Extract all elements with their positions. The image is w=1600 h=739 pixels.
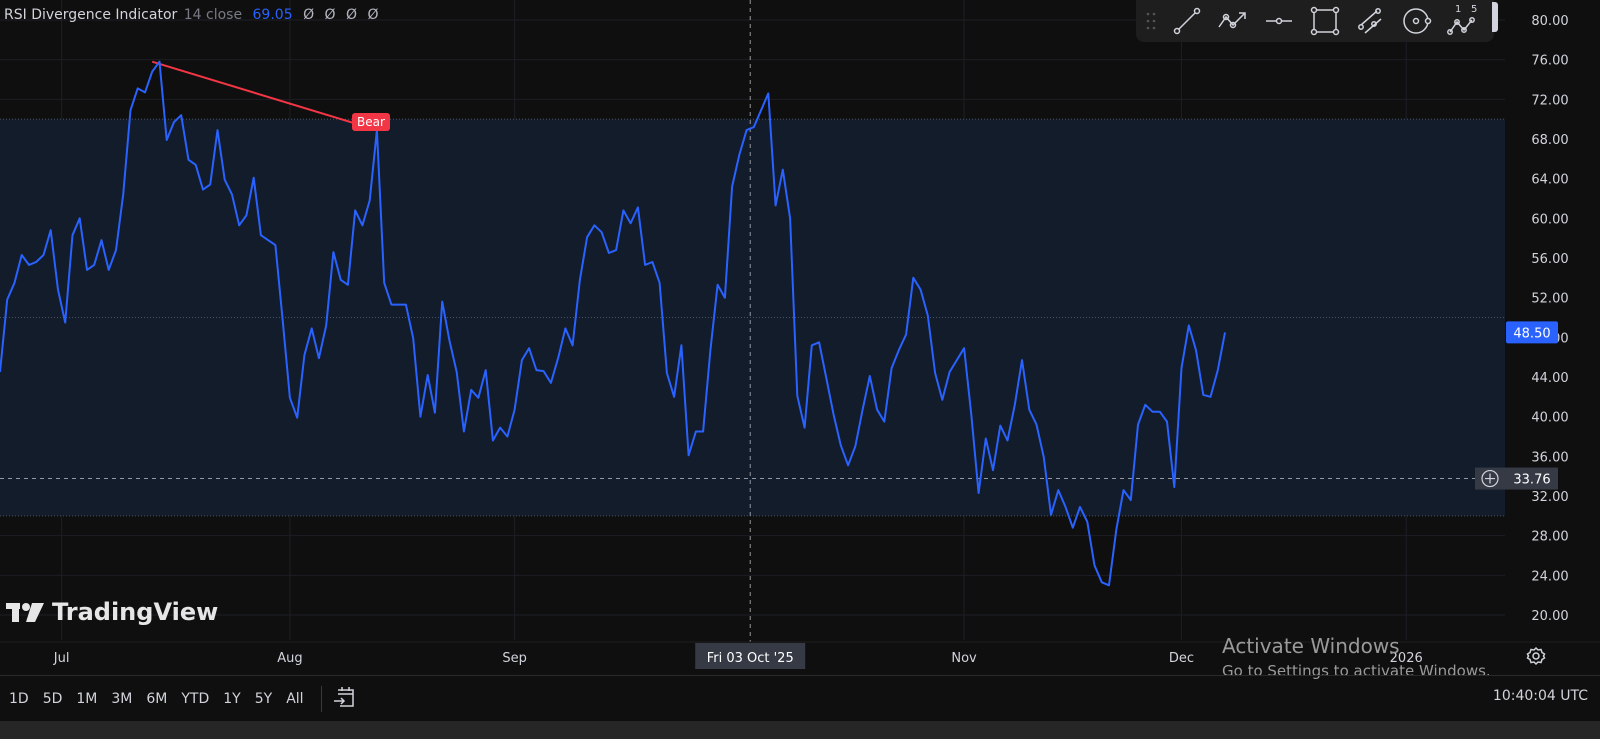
y-tick-label: 76.00 xyxy=(1531,54,1568,69)
y-tick-label: 68.00 xyxy=(1531,133,1568,148)
settings-gear-icon[interactable] xyxy=(1526,646,1546,670)
y-tick-label: 20.00 xyxy=(1531,609,1568,624)
y-tick-label: 72.00 xyxy=(1531,93,1568,108)
range-6m[interactable]: 6M xyxy=(139,691,174,707)
range-1m[interactable]: 1M xyxy=(69,691,104,707)
crosshair-value-label: 33.76 xyxy=(1513,473,1550,488)
rectangle-icon[interactable] xyxy=(1308,4,1342,38)
x-tick-label: Aug xyxy=(277,651,302,666)
x-tick-label: Nov xyxy=(951,651,977,666)
rsi-chart[interactable]: 80.00 76.00 72.00 68.00 64.00 60.00 56.00 52.00… xyxy=(0,0,1600,675)
na-value: Ø xyxy=(367,7,379,23)
y-tick-label: 52.00 xyxy=(1531,292,1568,307)
logo-text: TradingView xyxy=(52,598,219,626)
pattern-label-5: 5 xyxy=(1471,4,1478,15)
xabcd-pattern-icon[interactable]: 1 5 xyxy=(1446,4,1480,38)
bear-divergence-label: Bear xyxy=(352,113,390,131)
na-value: Ø xyxy=(303,7,315,23)
bottom-toolbar: 1D 5D 1M 3M 6M YTD 1Y 5Y All xyxy=(0,675,1600,722)
parallel-channel-icon[interactable] xyxy=(1354,4,1388,38)
range-1y[interactable]: 1Y xyxy=(216,691,247,707)
x-tick-label: Jul xyxy=(53,651,70,666)
range-5y[interactable]: 5Y xyxy=(248,691,279,707)
trend-line-icon[interactable] xyxy=(1170,4,1204,38)
y-tick-label: 80.00 xyxy=(1531,14,1568,29)
divider xyxy=(320,686,322,712)
watermark-title: Activate Windows xyxy=(1222,634,1400,658)
y-tick-label: 36.00 xyxy=(1531,450,1568,465)
range-3m[interactable]: 3M xyxy=(104,691,139,707)
horizontal-ray-icon[interactable] xyxy=(1262,4,1296,38)
footer-strip xyxy=(0,721,1600,739)
indicator-legend[interactable]: RSI Divergence Indicator 14 close 69.05 … xyxy=(4,7,379,23)
na-value: Ø xyxy=(346,7,358,23)
y-tick-label: 64.00 xyxy=(1531,173,1568,188)
indicator-params: 14 close xyxy=(183,7,243,23)
x-tick-label: Sep xyxy=(502,651,527,666)
y-tick-label: 44.00 xyxy=(1531,371,1568,386)
y-tick-label: 24.00 xyxy=(1531,569,1568,584)
range-selector: 1D 5D 1M 3M 6M YTD 1Y 5Y All xyxy=(0,691,311,707)
last-value-label: 48.50 xyxy=(1513,326,1550,341)
range-1d[interactable]: 1D xyxy=(2,691,36,707)
indicator-name: RSI Divergence Indicator xyxy=(4,7,178,23)
goto-date-icon[interactable] xyxy=(332,685,356,713)
utc-clock[interactable]: 10:40:04 UTC xyxy=(1493,688,1588,704)
y-tick-label: 60.00 xyxy=(1531,212,1568,227)
y-tick-label: 40.00 xyxy=(1531,411,1568,426)
toolbar-collapse-handle[interactable] xyxy=(1492,2,1498,32)
x-tick-label: Dec xyxy=(1169,651,1194,666)
activate-windows-watermark: Activate Windows Go to Settings to activ… xyxy=(1222,634,1491,680)
na-value: Ø xyxy=(324,7,336,23)
y-tick-label: 56.00 xyxy=(1531,252,1568,267)
drawing-toolbar: 1 5 xyxy=(1136,0,1494,42)
pattern-label-1: 1 xyxy=(1455,4,1462,15)
range-all[interactable]: All xyxy=(279,691,310,707)
range-ytd[interactable]: YTD xyxy=(174,691,216,707)
path-arrow-icon[interactable] xyxy=(1216,4,1250,38)
range-5d[interactable]: 5D xyxy=(36,691,70,707)
y-tick-label: 28.00 xyxy=(1531,530,1568,545)
tradingview-logo[interactable]: TradingView xyxy=(6,598,218,626)
indicator-value: 69.05 xyxy=(252,7,293,23)
y-tick-label: 32.00 xyxy=(1531,490,1568,505)
tradingview-logo-icon xyxy=(6,603,44,622)
grip-icon[interactable] xyxy=(1144,4,1158,38)
crosshair-date-label: Fri 03 Oct '25 xyxy=(707,651,794,666)
circle-icon[interactable] xyxy=(1400,4,1434,38)
